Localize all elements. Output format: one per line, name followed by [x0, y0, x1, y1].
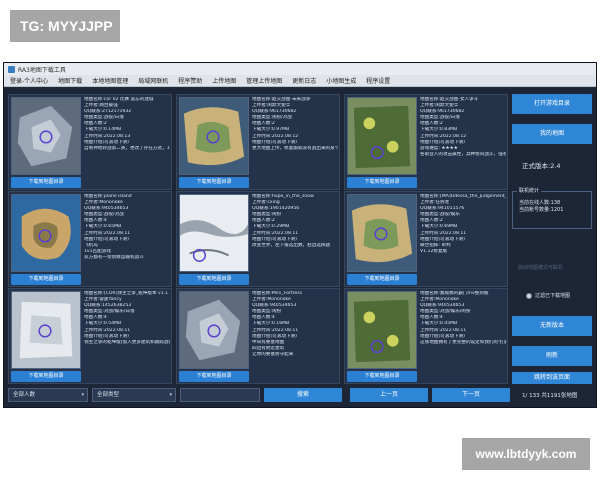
map-info-line: 各职业人的攻击属性，兵种协同战斗，强有效对比	[420, 151, 506, 157]
map-info: 地图名称:Mini_Fortress 上传者:Mononoke QQ联系:94053…	[252, 291, 338, 371]
no-new-version-button[interactable]: 无新版本	[512, 316, 592, 336]
version-label: 正式版本:2.4	[522, 162, 561, 170]
download-to-folder-button[interactable]: 下载到地图目录	[347, 371, 417, 382]
title-bar: RA3地图下载工具	[4, 63, 596, 75]
my-maps-button[interactable]: 我的地图	[512, 124, 592, 144]
map-thumbnail[interactable]	[347, 291, 417, 369]
download-to-folder-button[interactable]: 下载到地图目录	[11, 177, 81, 188]
filter-downloaded-toggle[interactable]: 过滤已下载地图	[526, 292, 570, 299]
app-window: RA3地图下载工具 登录-个人中心 地图下载 本地地图管理 局域网联机 程序赞助…	[3, 62, 597, 408]
menu-item[interactable]: 登录-个人中心	[10, 76, 48, 85]
map-info: 地图名称:[COR]领主之争_乾坤版本 v1.1 上传者:雷霆Yancy QQ联系:…	[84, 291, 170, 371]
map-grid: 地图名称:cor 02 比赛 遗忘的迷城 上传者:两台最强 QQ联系:2712171…	[8, 94, 508, 384]
download-to-folder-button[interactable]: 下载到地图目录	[179, 274, 249, 285]
refresh-button[interactable]: 刷新	[512, 346, 592, 366]
menu-item[interactable]: 地图下载	[58, 76, 82, 85]
map-info-line: 更大地图上传，修复跟踪没有战出来的某个大战等新大图	[252, 145, 338, 151]
map-info-line: 自制神地转战第二关，更改了存在方式，1-2传说为神转乾坤	[84, 145, 170, 151]
map-card: 地图名称:hope_in_the_snow 上传者:cxing QQ联系:19014…	[176, 191, 340, 287]
map-info: 地图名称:hope_in_the_snow 上传者:cxing QQ联系:19014…	[252, 194, 338, 274]
menu-item[interactable]: 程序设置	[366, 76, 390, 85]
map-info: 地图名称:[MA]Odessa_the_Judgement_v1.12EV上传者…	[420, 194, 506, 274]
map-info: 地图名称:超交战图-女人争斗 上传者:闲默大使丰 QQ联系:961730682 地图类…	[420, 97, 506, 177]
menu-bar: 登录-个人中心 地图下载 本地地图管理 局域网联机 程序赞助 上传地图 管理上传…	[4, 75, 596, 87]
download-to-folder-button[interactable]: 下载到地图目录	[11, 274, 81, 285]
map-thumbnail[interactable]	[11, 291, 81, 369]
menu-item[interactable]: 本地地图管理	[92, 76, 128, 85]
map-info-line: V1.12修复版	[420, 248, 448, 254]
map-thumbnail[interactable]	[11, 97, 81, 175]
toggle-radio-icon[interactable]	[526, 292, 532, 299]
menu-item[interactable]: 更新日志	[292, 76, 316, 85]
map-thumbnail[interactable]	[347, 97, 417, 175]
map-thumbnail[interactable]	[179, 291, 249, 369]
map-info: 地图名称:素敌模的霸门mv整刻版 上传者:Mononoke QQ联系:9405346…	[420, 291, 506, 371]
menu-item[interactable]: 程序赞助	[178, 76, 202, 85]
launch-mode-hint: 启动地图模式可联机	[518, 265, 564, 271]
skip-to-page-button[interactable]: 跳转到该页面	[512, 372, 592, 384]
toggle-label: 过滤已下载地图	[535, 293, 571, 299]
player-count-select[interactable]: 全部人数 ▾	[8, 388, 88, 402]
search-input[interactable]	[180, 388, 260, 402]
menu-item[interactable]: 小地图生成	[326, 76, 356, 85]
player-count-value: 全部人数	[13, 392, 36, 398]
main-area: 地图名称:cor 02 比赛 遗忘的迷城 上传者:两台最强 QQ联系:2712171…	[4, 88, 596, 407]
map-card: 地图名称:[COR]领主之争_乾坤版本 v1.1 上传者:雷霆Yancy QQ联系:…	[8, 288, 172, 384]
chevron-down-icon: ▾	[81, 392, 84, 398]
map-info: 地图名称:cor 02 比赛 遗忘的迷城 上传者:两台最强 QQ联系:2712171…	[84, 97, 170, 177]
map-info: 地图名称:plane island 上传者:Mononoke QQ联系:940534…	[84, 194, 170, 274]
group-title: 联机统计	[517, 188, 542, 195]
menu-item[interactable]: 局域网联机	[138, 76, 168, 85]
map-info-line: 改变世界，左下角选出数，右边选择题	[252, 242, 331, 248]
next-page-button[interactable]: 下一页	[432, 388, 510, 402]
page-info: 1/ 133 共1191张地图	[522, 393, 578, 399]
menu-item[interactable]: 上传地图	[212, 76, 236, 85]
map-card: 地图名称:超交战图-未来战争 上传者:闲默大使丰 QQ联系:961730682 地图类…	[176, 94, 340, 190]
registered-count: 当前账号数量:1201	[519, 207, 564, 213]
download-to-folder-button[interactable]: 下载到地图目录	[347, 274, 417, 285]
map-card: 地图名称:plane island 上传者:Mononoke QQ联系:940534…	[8, 191, 172, 287]
map-info-line: 双方都有一架侦察运输机战斗	[84, 254, 144, 260]
map-info-line: 领主之争的乾坤版(加入更多建筑和跟踪战役地图)特别的领主设定	[84, 339, 170, 345]
map-thumbnail[interactable]	[347, 194, 417, 272]
download-to-folder-button[interactable]: 下载到地图目录	[11, 371, 81, 382]
watermark-top-left: TG: MYYJJPP	[10, 10, 120, 42]
map-card: 地图名称:cor 02 比赛 遗忘的迷城 上传者:两台最强 QQ联系:2712171…	[8, 94, 172, 190]
map-type-select[interactable]: 全部类型 ▾	[92, 388, 176, 402]
app-icon	[8, 65, 15, 73]
download-to-folder-button[interactable]: 下载到地图目录	[179, 177, 249, 188]
download-to-folder-button[interactable]: 下载到地图目录	[179, 371, 249, 382]
map-info: 地图名称:超交战图-未来战争 上传者:闲默大使丰 QQ联系:961730682 地图类…	[252, 97, 338, 177]
map-info-line: 这张地图拥有了更完整的设定和我们的'打赢了'的'智能型'	[420, 339, 506, 345]
map-card: 地图名称:Mini_Fortress 上传者:Mononoke QQ联系:94053…	[176, 288, 340, 384]
download-to-folder-button[interactable]: 下载到地图目录	[347, 177, 417, 188]
right-panel: 打开游戏目录 我的地图 正式版本:2.4 联机统计 当前在线人数:138 当前账…	[512, 94, 594, 384]
watermark-bottom-right: www.lbtdyyk.com	[462, 438, 590, 470]
map-thumbnail[interactable]	[179, 97, 249, 175]
search-button[interactable]: 搜索	[264, 388, 342, 402]
map-info-line: 让你的要塞防守起来	[252, 351, 294, 357]
map-card: 地图名称:超交战图-女人争斗 上传者:闲默大使丰 QQ联系:961730682 地图类…	[344, 94, 508, 190]
open-game-folder-button[interactable]: 打开游戏目录	[512, 94, 592, 114]
bottom-toolbar: 全部人数 ▾ 全部类型 ▾ 搜索 上一页 下一页 1/ 133 共1191张地图	[8, 386, 594, 406]
map-type-value: 全部类型	[97, 392, 120, 398]
online-count: 当前在线人数:138	[519, 200, 561, 206]
map-card: 地图名称:素敌模的霸门mv整刻版 上传者:Mononoke QQ联系:9405346…	[344, 288, 508, 384]
map-card: 地图名称:[MA]Odessa_the_Judgement_v1.12EV上传者…	[344, 191, 508, 287]
prev-page-button[interactable]: 上一页	[350, 388, 428, 402]
window-title: RA3地图下载工具	[18, 66, 66, 74]
online-stats-group: 联机统计 当前在线人数:138 当前账号数量:1201	[512, 188, 592, 229]
menu-item[interactable]: 管理上传地图	[246, 76, 282, 85]
chevron-down-icon: ▾	[169, 392, 172, 398]
map-thumbnail[interactable]	[11, 194, 81, 272]
map-thumbnail[interactable]	[179, 194, 249, 272]
